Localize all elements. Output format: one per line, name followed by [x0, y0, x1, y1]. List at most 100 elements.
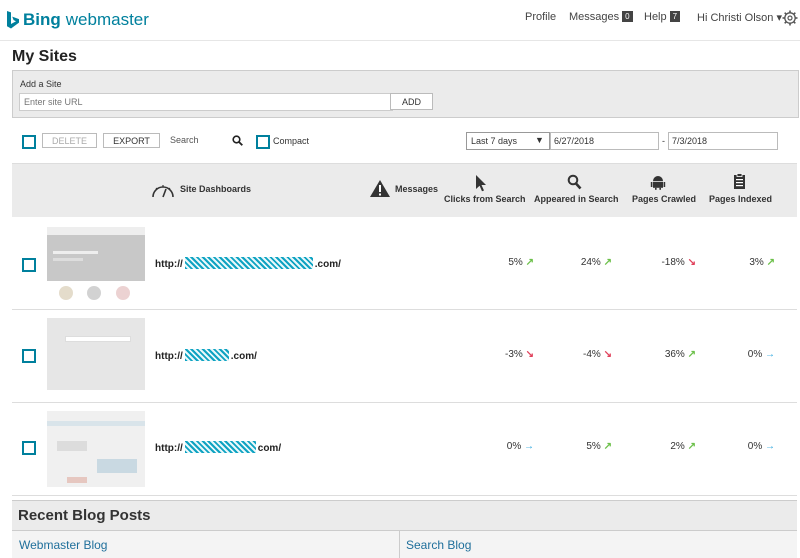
bing-logo-icon — [7, 11, 19, 29]
add-site-label: Add a Site — [20, 79, 62, 89]
date-separator: - — [662, 136, 665, 146]
help-label: Help — [644, 11, 667, 23]
column-clicks-from-search[interactable]: Clicks from Search — [444, 194, 526, 204]
column-messages[interactable]: Messages — [395, 184, 438, 194]
chevron-down-icon: ▼ — [535, 135, 544, 145]
site-url-suffix: .com/ — [314, 259, 341, 270]
redacted-domain — [184, 257, 313, 269]
column-site-dashboards[interactable]: Site Dashboards — [180, 184, 251, 194]
help-count-badge: 7 — [669, 11, 681, 22]
start-date-value: 6/27/2018 — [554, 136, 595, 146]
date-range-select[interactable]: Last 7 days ▼ — [466, 132, 550, 150]
thumbnail-circle-image — [116, 286, 130, 300]
bing-webmaster-logo[interactable]: Bing webmaster — [6, 10, 149, 30]
warning-icon — [370, 180, 390, 197]
indexed-stat: 0% → — [747, 349, 775, 360]
appeared-stat: 24% ↗ — [580, 257, 612, 268]
site-url-suffix: com/ — [257, 443, 282, 454]
trend-down-icon: ↘ — [603, 349, 612, 360]
cursor-icon — [476, 175, 486, 192]
clicks-stat: 5% ↗ — [508, 257, 534, 268]
trend-up-icon: ↗ — [766, 257, 775, 268]
select-all-checkbox[interactable] — [22, 135, 36, 149]
site-url-input[interactable] — [19, 93, 393, 111]
row-checkbox[interactable] — [22, 258, 36, 272]
site-thumbnail[interactable] — [47, 227, 145, 281]
site-thumbnail[interactable] — [47, 318, 145, 390]
indexed-stat: 0% → — [747, 441, 775, 452]
user-menu[interactable]: Hi Christi Olson ▾ — [697, 11, 782, 24]
crawled-stat: -18% ↘ — [661, 257, 696, 268]
messages-link[interactable]: Messages 0 — [569, 11, 633, 23]
search-blog-link[interactable]: Search Blog — [406, 538, 471, 552]
redacted-domain — [184, 441, 256, 453]
search-magnifier-icon — [567, 174, 582, 190]
export-button[interactable]: EXPORT — [103, 133, 160, 148]
site-thumbnail[interactable] — [47, 411, 145, 487]
clicks-stat: 0% → — [506, 441, 534, 452]
site-url-prefix: http:// — [155, 259, 183, 270]
date-range-value: Last 7 days — [471, 136, 518, 146]
add-site-panel: Add a Site ADD — [12, 70, 799, 118]
top-navigation-bar: Bing webmaster Profile Messages 0 Help 7 H… — [0, 0, 800, 41]
clicks-stat: -3% ↘ — [505, 349, 534, 360]
table-row: http:// .com/ 5% ↗ 24% ↗ -18% ↘ 3% ↗ — [12, 217, 797, 310]
trend-up-icon: ↗ — [687, 349, 696, 360]
trend-flat-icon: → — [524, 441, 534, 452]
row-checkbox[interactable] — [22, 349, 36, 363]
trend-up-icon: ↗ — [525, 257, 534, 268]
android-robot-icon — [650, 176, 666, 190]
brand-name: Bing — [23, 10, 61, 29]
trend-down-icon: ↘ — [525, 349, 534, 360]
thumbnail-circle-image — [87, 286, 101, 300]
blog-links-bar: Webmaster Blog Search Blog — [12, 530, 797, 558]
page-title: My Sites — [12, 48, 77, 65]
site-url-prefix: http:// — [155, 443, 183, 454]
site-url-prefix: http:// — [155, 351, 183, 362]
sites-table-header: Site Dashboards Messages Clicks from Sea… — [12, 163, 797, 217]
brand-subtitle: webmaster — [65, 10, 149, 29]
appeared-stat: 5% ↗ — [586, 441, 612, 452]
end-date-input[interactable]: 7/3/2018 — [668, 132, 778, 150]
trend-up-icon: ↗ — [603, 441, 612, 452]
site-url-link[interactable]: http:// com/ — [155, 441, 281, 454]
recent-blog-posts-title: Recent Blog Posts — [18, 507, 151, 524]
crawled-stat: 36% ↗ — [664, 349, 696, 360]
webmaster-blog-link[interactable]: Webmaster Blog — [19, 538, 107, 552]
appeared-stat: -4% ↘ — [583, 349, 612, 360]
divider — [399, 531, 400, 558]
indexed-stat: 3% ↗ — [749, 257, 775, 268]
delete-button[interactable]: DELETE — [42, 133, 97, 148]
compact-label: Compact — [273, 136, 310, 146]
search-box[interactable]: Search — [166, 132, 246, 148]
column-pages-indexed[interactable]: Pages Indexed — [709, 194, 772, 204]
profile-link[interactable]: Profile — [525, 11, 556, 23]
table-row: http:// com/ 0% → 5% ↗ 2% ↗ 0% → — [12, 403, 797, 496]
trend-flat-icon: → — [765, 349, 775, 360]
messages-label: Messages — [569, 11, 620, 23]
site-url-suffix: .com/ — [230, 351, 257, 362]
trend-flat-icon: → — [765, 441, 775, 452]
row-checkbox[interactable] — [22, 441, 36, 455]
dashboard-gauge-icon — [152, 185, 174, 198]
trend-up-icon: ↗ — [603, 257, 612, 268]
site-url-link[interactable]: http:// .com/ — [155, 349, 257, 362]
redacted-domain — [184, 349, 229, 361]
column-appeared-in-search[interactable]: Appeared in Search — [534, 194, 619, 204]
trend-down-icon: ↘ — [687, 257, 696, 268]
add-site-button[interactable]: ADD — [390, 93, 433, 110]
table-row: http:// .com/ -3% ↘ -4% ↘ 36% ↗ 0% → — [12, 310, 797, 403]
compact-checkbox[interactable] — [256, 135, 270, 149]
search-icon[interactable] — [232, 135, 243, 146]
settings-gear-icon[interactable] — [782, 10, 798, 26]
end-date-value: 7/3/2018 — [672, 136, 708, 146]
help-link[interactable]: Help 7 — [644, 11, 681, 23]
start-date-input[interactable]: 6/27/2018 — [550, 132, 659, 150]
thumbnail-circle-image — [59, 286, 73, 300]
search-input[interactable]: Search — [170, 135, 199, 145]
column-pages-crawled[interactable]: Pages Crawled — [632, 194, 696, 204]
clipboard-icon — [734, 173, 745, 189]
site-url-link[interactable]: http:// .com/ — [155, 257, 341, 270]
crawled-stat: 2% ↗ — [670, 441, 696, 452]
trend-up-icon: ↗ — [687, 441, 696, 452]
